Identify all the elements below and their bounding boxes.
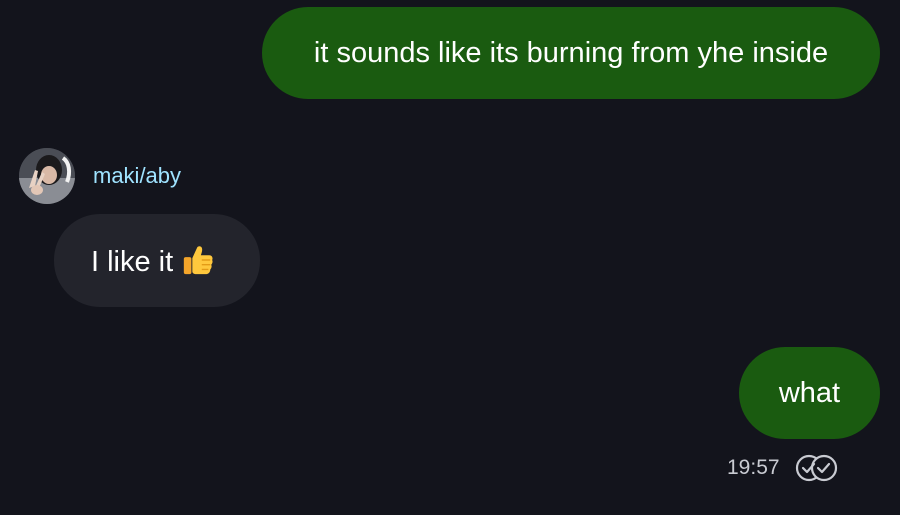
message-time: 19:57 — [727, 456, 780, 479]
message-text: what — [778, 376, 841, 409]
outgoing-message-bubble[interactable]: it sounds like its burning from yhe insi… — [262, 7, 880, 99]
message-text: it sounds like its burning from yhe insi… — [313, 36, 829, 69]
message-text: I like it — [91, 243, 215, 279]
message-text-content: I like it — [91, 245, 174, 278]
outgoing-message-bubble[interactable]: what — [739, 347, 880, 439]
avatar[interactable] — [19, 148, 75, 204]
message-meta: 19:57 — [727, 453, 840, 483]
double-check-icon — [795, 454, 837, 482]
thumbs-up-emoji — [184, 245, 213, 274]
avatar-photo — [19, 148, 75, 204]
incoming-message-bubble[interactable]: I like it — [54, 214, 260, 307]
sender-name[interactable]: maki/aby — [93, 163, 181, 189]
